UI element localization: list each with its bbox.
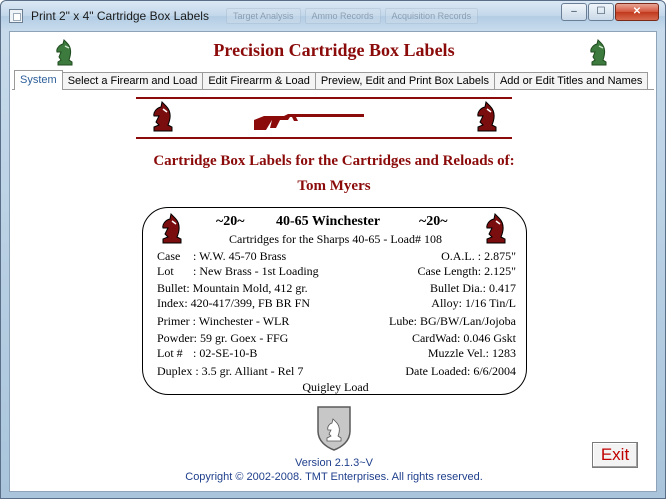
tab-select-firearm[interactable]: Select a Firearm and Load bbox=[61, 72, 204, 90]
cartridge-label-preview: ~20~ 40-65 Winchester ~20~ Cartridges fo… bbox=[142, 207, 527, 395]
app-window: Print 2" x 4" Cartridge Box Labels Targe… bbox=[0, 0, 666, 499]
section-heading: Cartridge Box Labels for the Cartridges … bbox=[153, 153, 515, 169]
maximize-button[interactable]: ☐ bbox=[588, 3, 614, 21]
label-primer: Primer : Winchester - WLR bbox=[157, 314, 290, 328]
background-taskbar-ghosts: Target Analysis Ammo Records Acquisition… bbox=[226, 8, 479, 24]
ghost-tab: Ammo Records bbox=[304, 8, 381, 24]
banner-rule-top bbox=[136, 97, 512, 99]
tab-titles-names[interactable]: Add or Edit Titles and Names bbox=[493, 72, 649, 90]
label-bullet-dia: Bullet Dia.: 0.417 bbox=[430, 281, 516, 295]
label-duplex: Duplex : 3.5 gr. Alliant - Rel 7 bbox=[157, 364, 304, 378]
tab-edit-firearm[interactable]: Edit Firearrm & Load bbox=[202, 72, 316, 90]
app-title: Precision Cartridge Box Labels bbox=[213, 40, 455, 60]
ghost-tab: Target Analysis bbox=[226, 8, 301, 24]
label-footer: Quigley Load bbox=[302, 380, 369, 394]
title-bar[interactable]: Print 2" x 4" Cartridge Box Labels Targe… bbox=[1, 1, 665, 31]
label-left-count: ~20~ bbox=[216, 214, 245, 229]
tab-strip: System Select a Firearm and Load Edit Fi… bbox=[14, 70, 649, 90]
label-oal: O.A.L. : 2.875" bbox=[441, 249, 516, 263]
label-subtitle: Cartridges for the Sharps 40-65 - Load# … bbox=[229, 232, 442, 246]
label-muzzle-vel: Muzzle Vel.: 1283 bbox=[427, 346, 516, 360]
label-lot-num-key: Lot # bbox=[157, 346, 183, 360]
label-cartridge-name: 40-65 Winchester bbox=[276, 214, 381, 229]
label-case-length: Case Length: 2.125" bbox=[417, 264, 516, 278]
label-index: Index: 420-417/399, FB BR FN bbox=[157, 296, 311, 310]
label-lube: Lube: BG/BW/Lan/Jojoba bbox=[389, 314, 516, 328]
version-text: Version 2.1.3~V bbox=[295, 457, 373, 469]
client-area: Precision Cartridge Box Labels System Se… bbox=[9, 31, 657, 492]
label-powder: Powder: 59 gr. Goex - FFG bbox=[157, 331, 289, 345]
knight-chess-icon bbox=[153, 101, 173, 132]
owner-name: Tom Myers bbox=[297, 178, 371, 194]
copyright-text: Copyright © 2002-2008. TMT Enterprises. … bbox=[185, 471, 483, 483]
tab-preview-print[interactable]: Preview, Edit and Print Box Labels bbox=[314, 72, 495, 90]
close-button[interactable]: ✕ bbox=[615, 3, 659, 21]
label-case-value: : W.W. 45-70 Brass bbox=[193, 249, 287, 263]
shield-knight-icon bbox=[317, 406, 351, 451]
window-title: Print 2" x 4" Cartridge Box Labels bbox=[31, 9, 209, 23]
window-controls: – ☐ ✕ bbox=[561, 3, 659, 21]
label-lot-num-value: : 02-SE-10-B bbox=[193, 346, 258, 360]
label-case-key: Case bbox=[157, 249, 181, 263]
ghost-tab: Acquisition Records bbox=[384, 8, 479, 24]
label-date-loaded: Date Loaded: 6/6/2004 bbox=[405, 364, 516, 378]
minimize-button[interactable]: – bbox=[561, 3, 587, 21]
knight-chess-icon bbox=[477, 101, 497, 132]
label-cardwad: CardWad: 0.046 Gskt bbox=[411, 331, 516, 345]
label-right-count: ~20~ bbox=[419, 214, 448, 229]
rifle-icon bbox=[254, 114, 364, 130]
app-icon[interactable] bbox=[9, 9, 23, 23]
tab-system[interactable]: System bbox=[14, 70, 63, 90]
label-lot-key: Lot bbox=[157, 264, 174, 278]
banner-rule-bottom bbox=[136, 137, 512, 139]
label-lot-value: : New Brass - 1st Loading bbox=[193, 264, 319, 278]
label-alloy: Alloy: 1/16 Tin/L bbox=[431, 296, 516, 310]
label-bullet: Bullet: Mountain Mold, 412 gr. bbox=[157, 281, 308, 295]
exit-button[interactable]: Exit bbox=[592, 442, 638, 468]
